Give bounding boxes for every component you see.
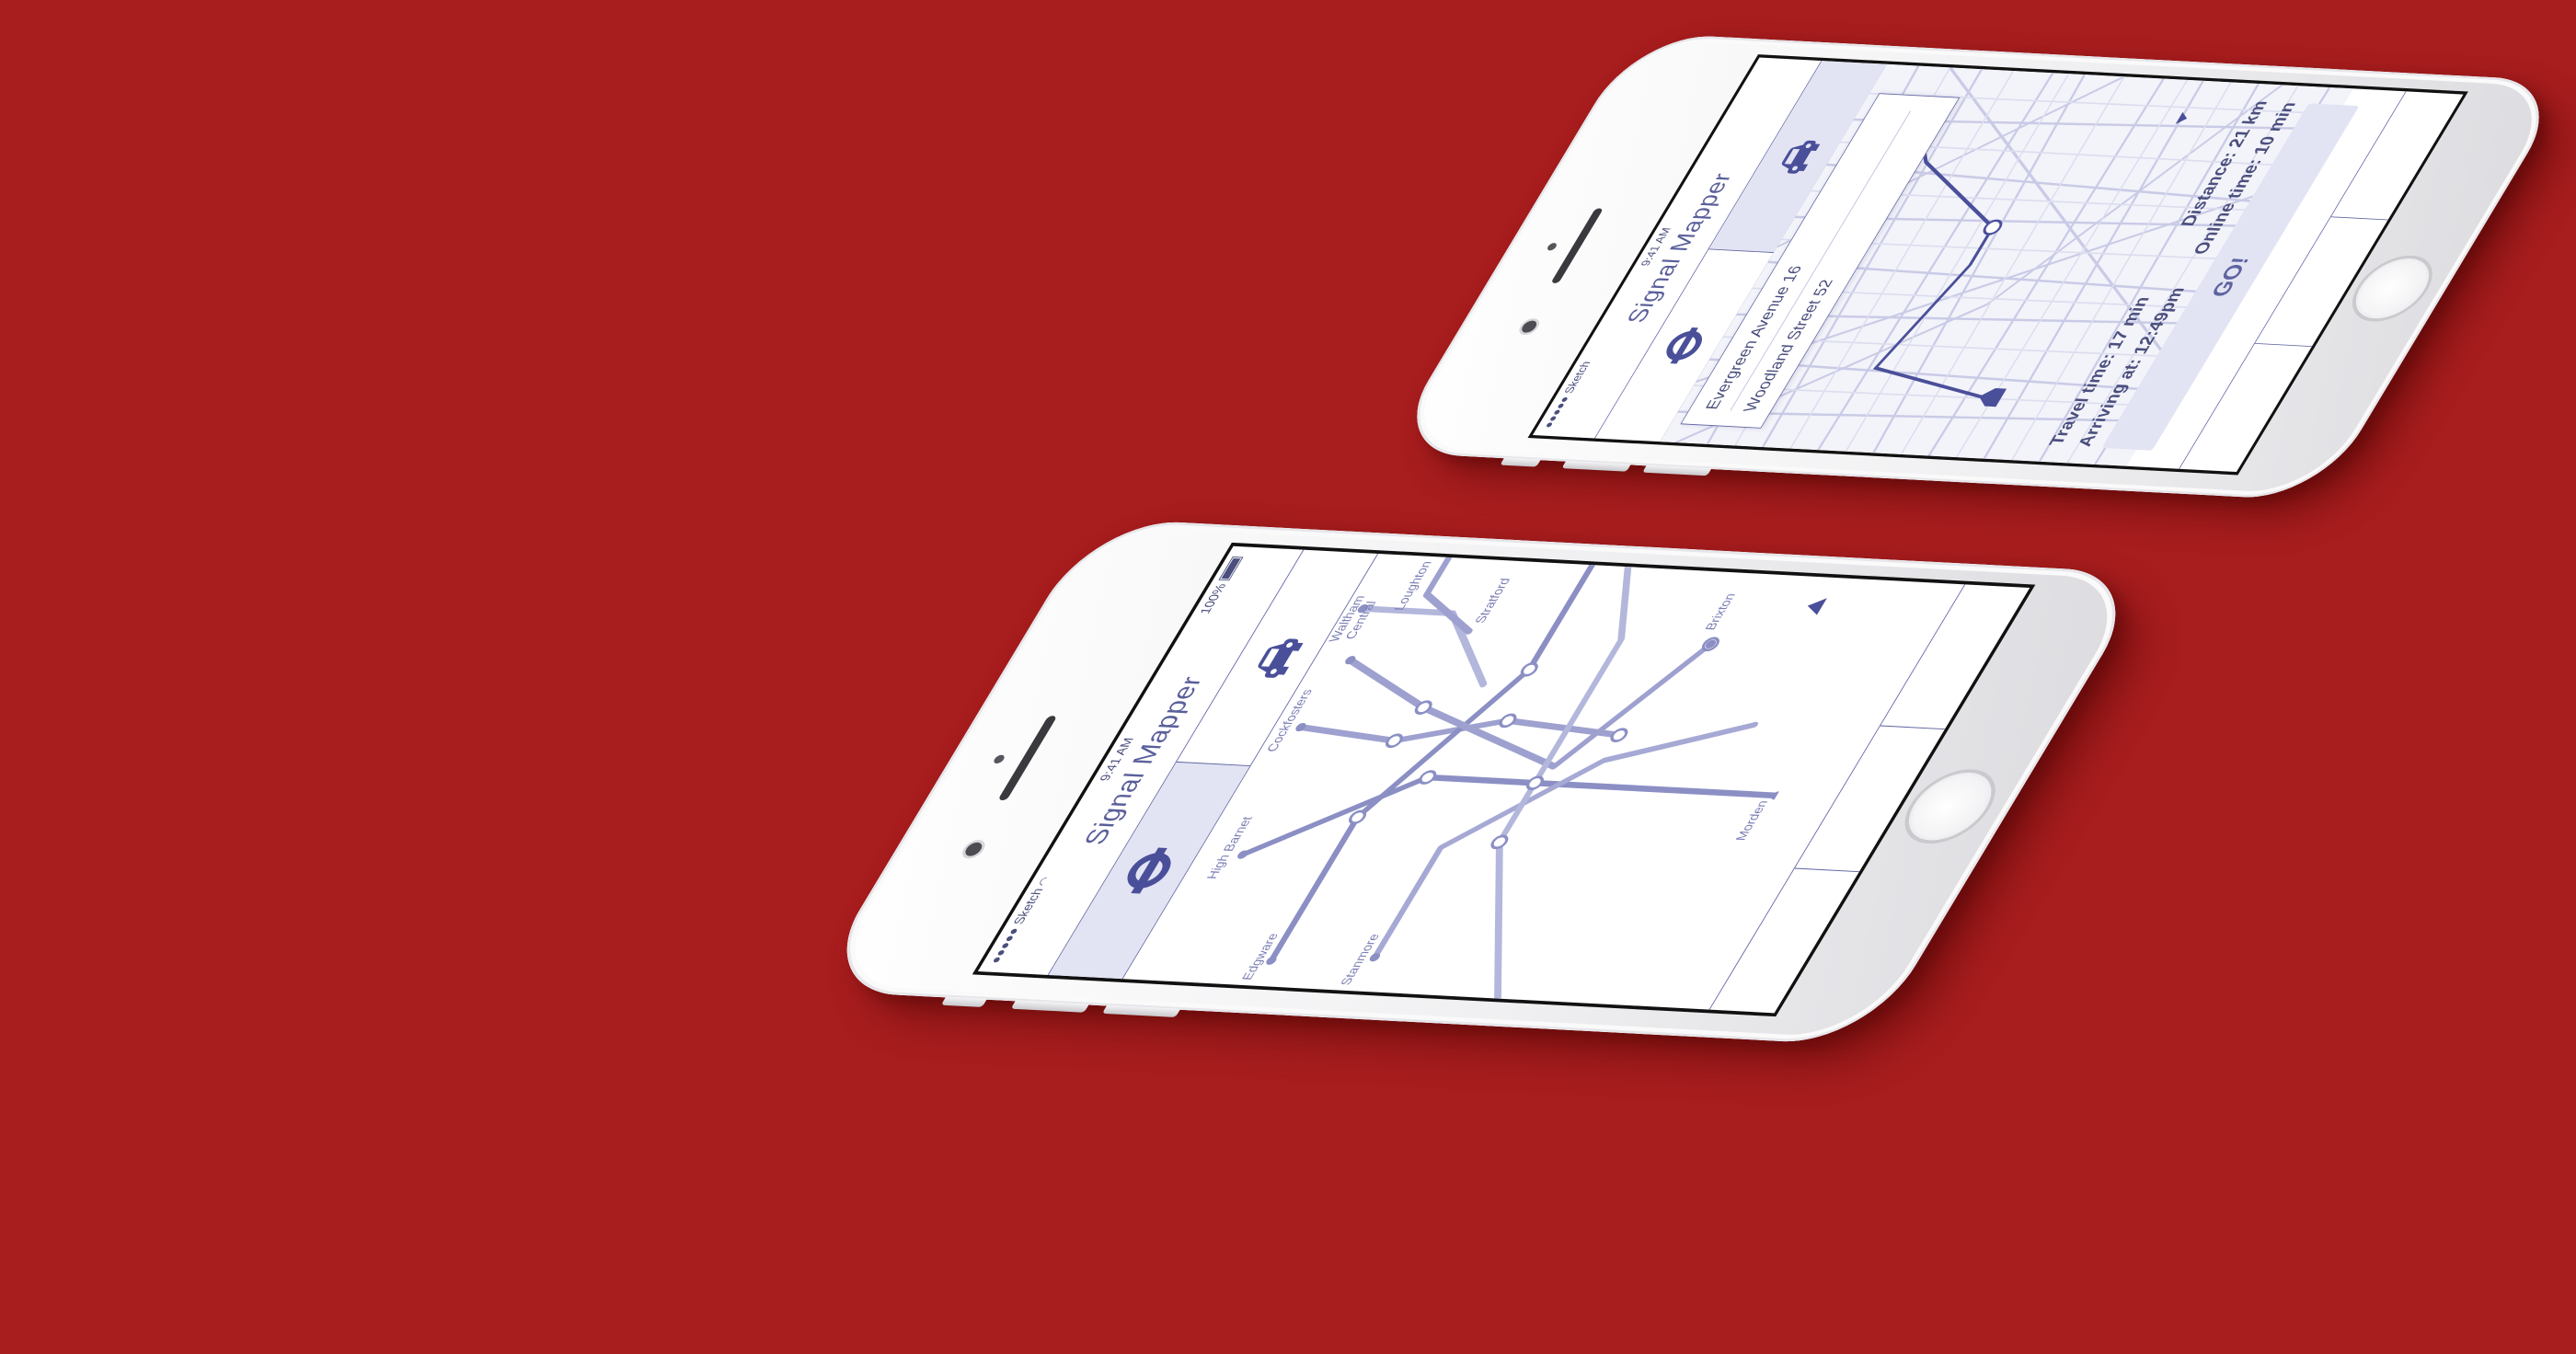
- station-brixton: Brixton: [1703, 593, 1739, 631]
- mute-switch: [940, 996, 988, 1007]
- car-icon: [1781, 140, 1821, 174]
- location-marker-icon: [1807, 598, 1827, 615]
- phone-front: ●●●●● Sketch◠ 9:41 AM 100% Signal Mapper: [811, 518, 2152, 1046]
- underground-roundel-icon: [1666, 327, 1702, 364]
- station-morden: Morden: [1733, 800, 1771, 841]
- phone-back: ●●●●● Sketch 9:41 AM Signal Mapper Everg…: [1385, 32, 2571, 501]
- station-stratford: Stratford: [1473, 578, 1514, 624]
- background: ●●●●● Sketch 9:41 AM Signal Mapper Everg…: [0, 0, 2576, 1354]
- mute-switch: [1500, 457, 1541, 467]
